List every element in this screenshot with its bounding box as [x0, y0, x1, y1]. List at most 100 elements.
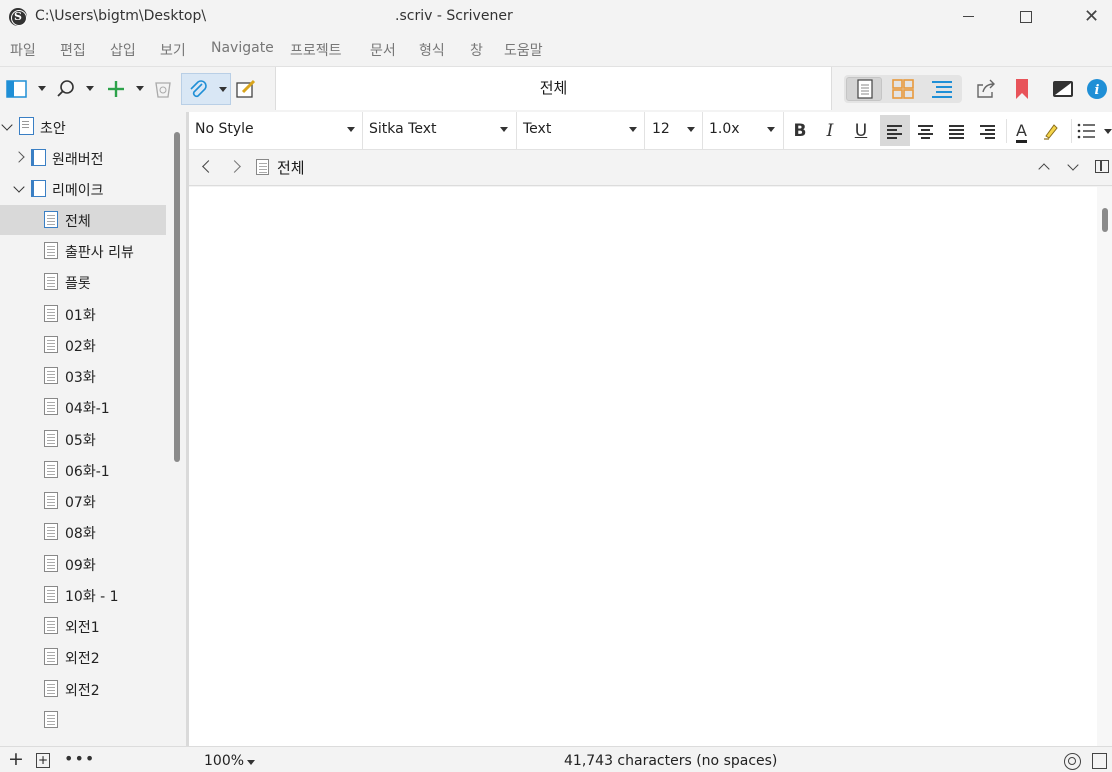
outliner-view-button[interactable]	[924, 77, 960, 101]
binder-item-document[interactable]: 외전2	[0, 674, 166, 704]
composition-mode-button[interactable]	[1052, 77, 1074, 101]
add-folder-button[interactable]: +	[36, 753, 50, 768]
menu-project[interactable]: 프로젝트	[290, 40, 342, 60]
align-center-button[interactable]	[911, 119, 939, 143]
note-icon[interactable]	[1092, 753, 1107, 769]
highlight-button[interactable]	[1037, 119, 1065, 143]
chevron-right-icon[interactable]	[17, 152, 26, 161]
menu-help[interactable]: 도움말	[504, 40, 543, 60]
binder-item-label: 리메이크	[52, 183, 104, 199]
style-select[interactable]: No Style	[189, 112, 363, 149]
chevron-down-icon[interactable]	[247, 760, 255, 765]
binder-item-document[interactable]: 외전2	[0, 642, 166, 672]
text-color-button[interactable]: A	[1006, 119, 1036, 143]
share-button[interactable]	[975, 77, 999, 101]
binder-item-document[interactable]: 04화-1	[0, 392, 166, 422]
binder-item-draft[interactable]: 초안	[0, 112, 166, 142]
add-binder-item-button[interactable]: +	[8, 748, 24, 770]
binder-item-label: 출판사 리뷰	[65, 245, 134, 261]
chevron-up-icon[interactable]	[1038, 162, 1050, 172]
binder-item-label: 01화	[65, 308, 96, 324]
trash-button[interactable]	[153, 77, 175, 101]
editor-scrollbar-track[interactable]	[1097, 187, 1112, 746]
binder-scrollbar[interactable]	[174, 132, 180, 462]
binder-item-label: 외전1	[65, 620, 100, 636]
target-icon[interactable]	[1064, 753, 1081, 770]
chevron-down-icon[interactable]	[1067, 162, 1079, 172]
document-icon	[44, 555, 58, 572]
binder-item-document[interactable]: 02화	[0, 330, 166, 360]
chevron-down-icon[interactable]	[3, 121, 12, 130]
menu-document[interactable]: 문서	[370, 40, 396, 60]
font-size-select[interactable]: 12	[646, 112, 703, 149]
menu-format[interactable]: 형식	[419, 40, 445, 60]
corkboard-view-button[interactable]	[885, 77, 921, 101]
search-button[interactable]	[55, 77, 99, 101]
maximize-button[interactable]	[996, 0, 1056, 34]
chevron-left-icon[interactable]	[201, 161, 211, 171]
menu-file[interactable]: 파일	[10, 40, 36, 60]
italic-button[interactable]: I	[816, 119, 844, 143]
editor-scrollbar-thumb[interactable]	[1102, 208, 1108, 232]
document-icon	[44, 211, 58, 228]
chevron-down-icon	[767, 127, 775, 132]
menu-window[interactable]: 창	[470, 40, 483, 60]
attachment-button[interactable]	[181, 73, 231, 105]
binder-item-label: 06화-1	[65, 464, 110, 480]
menu-insert[interactable]: 삽입	[110, 40, 136, 60]
binder-item-document[interactable]: 플롯	[0, 267, 166, 297]
font-size-value: 12	[652, 121, 670, 137]
binder-item-document[interactable]: 07화	[0, 486, 166, 516]
close-button[interactable]: ✕	[1054, 0, 1112, 34]
chevron-right-icon[interactable]	[232, 161, 242, 171]
line-spacing-select[interactable]: 1.0x	[703, 112, 784, 149]
split-editor-icon[interactable]	[1095, 160, 1109, 173]
align-justify-icon	[949, 125, 964, 139]
minimize-button[interactable]	[938, 0, 998, 34]
menu-navigate[interactable]: Navigate	[211, 40, 274, 56]
chevron-down-icon[interactable]	[15, 183, 24, 192]
font-family-select[interactable]: Sitka Text	[363, 112, 517, 149]
style-value: No Style	[195, 121, 254, 137]
document-icon	[44, 367, 58, 384]
bookmark-button[interactable]	[1012, 77, 1032, 101]
align-justify-button[interactable]	[942, 119, 970, 143]
binder-item-document[interactable]: 06화-1	[0, 455, 166, 485]
inspector-button[interactable]: i	[1086, 77, 1108, 101]
menu-view[interactable]: 보기	[160, 40, 186, 60]
document-icon	[44, 523, 58, 540]
main-toolbar: 전체 i	[0, 66, 1112, 110]
more-options-button[interactable]: •••	[64, 749, 95, 768]
binder-item-document[interactable]: 09화	[0, 549, 166, 579]
binder-item-folder[interactable]: 리메이크	[0, 174, 166, 204]
minimize-icon	[963, 16, 974, 17]
binder-item-document[interactable]: 출판사 리뷰	[0, 236, 166, 266]
binder-toggle-button[interactable]	[5, 77, 49, 101]
document-icon	[44, 336, 58, 353]
binder-item-document[interactable]: 10화 - 1	[0, 580, 166, 610]
zoom-select[interactable]: 100%	[204, 753, 244, 769]
scrivenings-view-button[interactable]	[846, 77, 882, 101]
menu-edit[interactable]: 편집	[60, 40, 86, 60]
binder-item-document[interactable]: 08화	[0, 517, 166, 547]
align-right-button[interactable]	[973, 119, 1001, 143]
binder-item-document[interactable]: 05화	[0, 424, 166, 454]
add-item-button[interactable]	[105, 77, 149, 101]
binder-item-label: 외전2	[65, 651, 100, 667]
binder-item-document-selected[interactable]: 전체	[0, 205, 166, 235]
edit-note-button[interactable]	[235, 77, 259, 101]
editor-text-area[interactable]	[189, 187, 1097, 746]
bookmark-icon	[1016, 79, 1028, 99]
align-left-button[interactable]	[880, 115, 910, 146]
document-icon	[44, 242, 58, 259]
binder-item-folder[interactable]: 원래버전	[0, 143, 166, 173]
header-document-title[interactable]: 전체	[277, 157, 305, 178]
binder-item-document[interactable]	[0, 705, 166, 735]
binder-item-document[interactable]: 01화	[0, 299, 166, 329]
list-button[interactable]	[1071, 119, 1112, 143]
underline-button[interactable]: U	[847, 119, 875, 143]
binder-item-document[interactable]: 03화	[0, 361, 166, 391]
bold-button[interactable]: B	[786, 119, 814, 143]
typeface-select[interactable]: Text	[517, 112, 645, 149]
binder-item-document[interactable]: 외전1	[0, 611, 166, 641]
